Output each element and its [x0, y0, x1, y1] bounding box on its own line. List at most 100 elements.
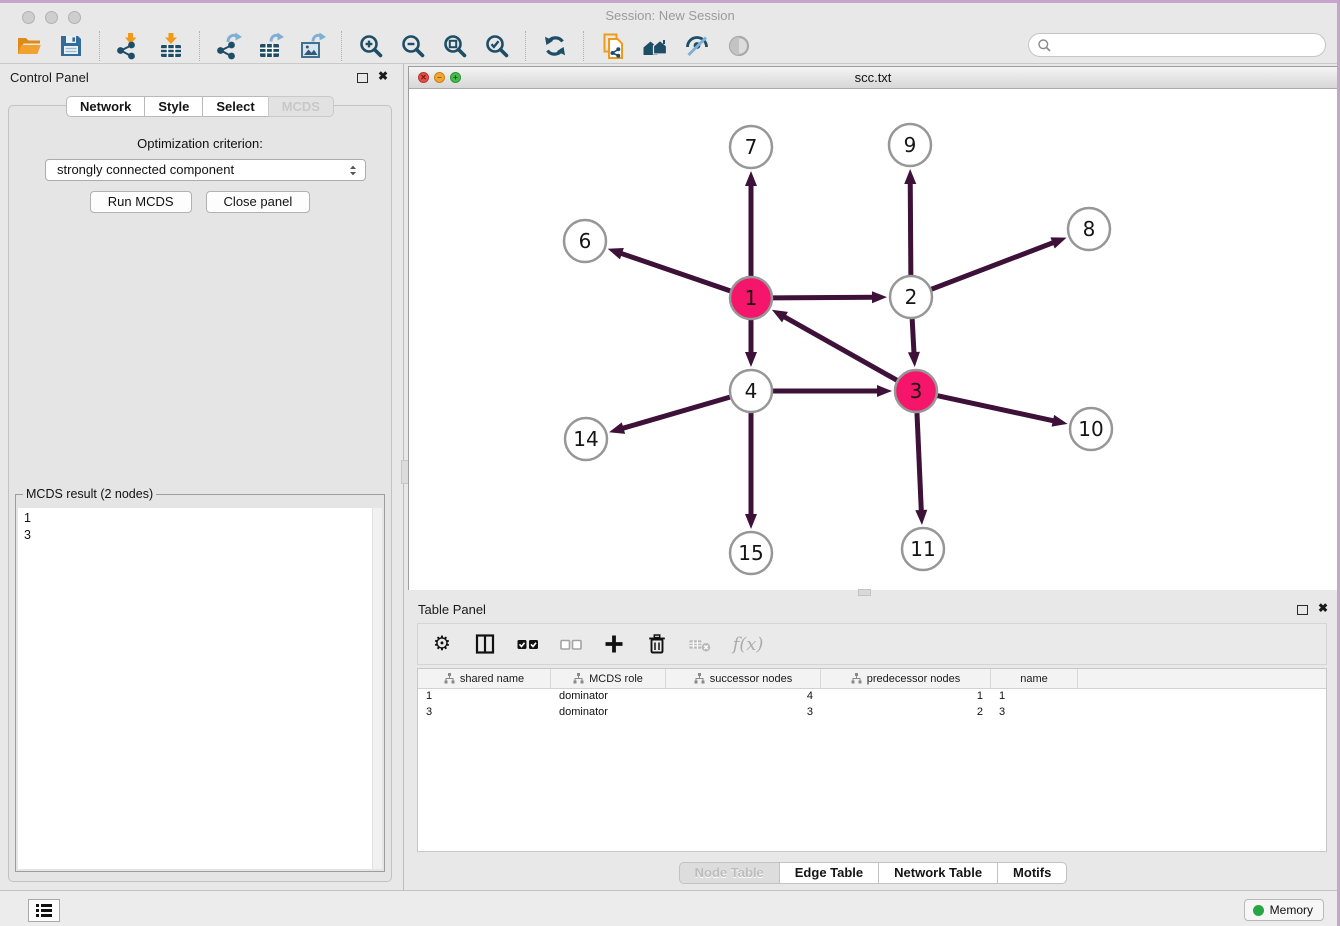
tab-edge-table[interactable]: Edge Table — [779, 862, 878, 884]
edge-arrowhead — [872, 291, 887, 303]
table-cell[interactable]: 4 — [666, 689, 821, 705]
tab-style[interactable]: Style — [144, 96, 202, 117]
optimization-criterion-select[interactable]: strongly connected component — [45, 159, 366, 181]
task-history-button[interactable] — [28, 899, 60, 922]
column-header-mcds-role[interactable]: MCDS role — [551, 669, 666, 688]
export-table-button[interactable] — [255, 30, 287, 62]
tab-node-table[interactable]: Node Table — [679, 862, 779, 884]
column-header-label: name — [1020, 673, 1048, 685]
table-cell[interactable]: 3 — [666, 705, 821, 721]
open-session-button[interactable] — [13, 30, 45, 62]
refresh-button[interactable] — [539, 30, 571, 62]
table-cell[interactable]: dominator — [551, 689, 666, 705]
show-column-button[interactable] — [473, 632, 497, 656]
tab-motifs[interactable]: Motifs — [997, 862, 1067, 884]
close-window-button[interactable] — [22, 11, 35, 24]
tree-icon — [573, 673, 584, 684]
table-row[interactable]: 1dominator411 — [418, 689, 1326, 705]
graphics-details-icon — [683, 32, 711, 60]
refresh-icon — [541, 32, 569, 60]
graph-edge-3-10[interactable] — [937, 396, 1055, 422]
graph-node-label: 10 — [1078, 417, 1103, 441]
table-cell[interactable]: 1 — [991, 689, 1078, 705]
table-cell[interactable]: 2 — [821, 705, 991, 721]
graphics-details-button[interactable] — [681, 30, 713, 62]
deselect-all-button[interactable] — [559, 632, 583, 656]
network-minimize-button[interactable]: − — [434, 72, 445, 83]
gear-icon: ⚙ — [433, 633, 451, 655]
desktop-edge-top — [0, 0, 1340, 3]
graph-edge-2-9[interactable] — [910, 181, 911, 275]
float-panel-icon[interactable] — [1297, 605, 1308, 615]
graph-edge-2-8[interactable] — [932, 242, 1056, 289]
table-row[interactable]: 3dominator323 — [418, 705, 1326, 721]
toolbar-separator — [525, 31, 527, 61]
search-field[interactable] — [1028, 33, 1326, 57]
run-mcds-button[interactable]: Run MCDS — [90, 191, 192, 213]
network-zoom-button[interactable]: + — [450, 72, 461, 83]
graph-edge-3-11[interactable] — [917, 413, 921, 513]
network-canvas[interactable]: 7968124314101511 — [409, 89, 1337, 590]
main-toolbar — [0, 28, 1340, 64]
graph-edge-3-1[interactable] — [782, 316, 896, 381]
zoom-window-button[interactable] — [68, 11, 81, 24]
import-network-button[interactable] — [113, 30, 145, 62]
vertical-splitter[interactable] — [400, 64, 408, 890]
save-session-button[interactable] — [55, 30, 87, 62]
result-scrollbar[interactable] — [372, 508, 382, 869]
import-table-button[interactable] — [155, 30, 187, 62]
graph-node-label: 4 — [745, 379, 758, 403]
column-header-successor-nodes[interactable]: successor nodes — [666, 669, 821, 688]
zoom-selected-button[interactable] — [481, 30, 513, 62]
delete-column-button[interactable] — [645, 632, 669, 656]
zoom-out-icon — [399, 32, 427, 60]
open-session-icon — [15, 32, 43, 60]
mcds-result-text[interactable]: 13 — [18, 508, 382, 869]
table-cell[interactable]: 3 — [991, 705, 1078, 721]
close-panel-icon[interactable]: ✖ — [378, 69, 388, 83]
tab-network-table[interactable]: Network Table — [878, 862, 997, 884]
zoom-out-button[interactable] — [397, 30, 429, 62]
clone-network-button[interactable] — [597, 30, 629, 62]
table-panel-title: Table Panel — [418, 602, 486, 617]
zoom-in-icon — [357, 32, 385, 60]
table-cell[interactable]: dominator — [551, 705, 666, 721]
graph-edge-1-6[interactable] — [619, 253, 730, 291]
memory-button[interactable]: Memory — [1244, 899, 1324, 921]
export-image-button[interactable] — [297, 30, 329, 62]
horizontal-splitter-grip[interactable] — [858, 589, 871, 596]
zoom-in-button[interactable] — [355, 30, 387, 62]
column-header-shared-name[interactable]: shared name — [418, 669, 551, 688]
mcds-result-legend: MCDS result (2 nodes) — [23, 487, 156, 501]
network-close-button[interactable]: ✕ — [418, 72, 429, 83]
float-panel-icon[interactable] — [357, 73, 368, 83]
control-panel-title: Control Panel — [10, 70, 89, 85]
graph-edge-2-3[interactable] — [912, 319, 914, 355]
gear-button[interactable]: ⚙ — [430, 632, 454, 656]
select-all-button[interactable] — [516, 632, 540, 656]
table-cell[interactable]: 3 — [418, 705, 551, 721]
table-cell[interactable]: 1 — [821, 689, 991, 705]
minimize-window-button[interactable] — [45, 11, 58, 24]
search-input[interactable] — [1052, 35, 1325, 55]
export-network-button[interactable] — [213, 30, 245, 62]
show-column-icon — [474, 633, 496, 655]
tab-network[interactable]: Network — [66, 96, 144, 117]
edge-arrowhead — [745, 352, 757, 367]
table-cell[interactable]: 1 — [418, 689, 551, 705]
column-header-predecessor-nodes[interactable]: predecessor nodes — [821, 669, 991, 688]
houses-button[interactable] — [639, 30, 671, 62]
graph-edge-4-14[interactable] — [621, 397, 730, 429]
tab-mcds[interactable]: MCDS — [268, 96, 334, 117]
table-toolbar: ⚙ f(x) — [417, 623, 1327, 665]
birds-eye-button[interactable] — [723, 30, 755, 62]
tab-select[interactable]: Select — [202, 96, 267, 117]
close-panel-icon[interactable]: ✖ — [1318, 601, 1328, 615]
export-network-icon — [215, 32, 243, 60]
add-column-button[interactable] — [602, 632, 626, 656]
column-header-name[interactable]: name — [991, 669, 1078, 688]
close-panel-button[interactable]: Close panel — [206, 191, 311, 213]
graph-edge-1-2[interactable] — [773, 297, 875, 298]
list-icon — [35, 903, 53, 918]
zoom-fit-button[interactable] — [439, 30, 471, 62]
